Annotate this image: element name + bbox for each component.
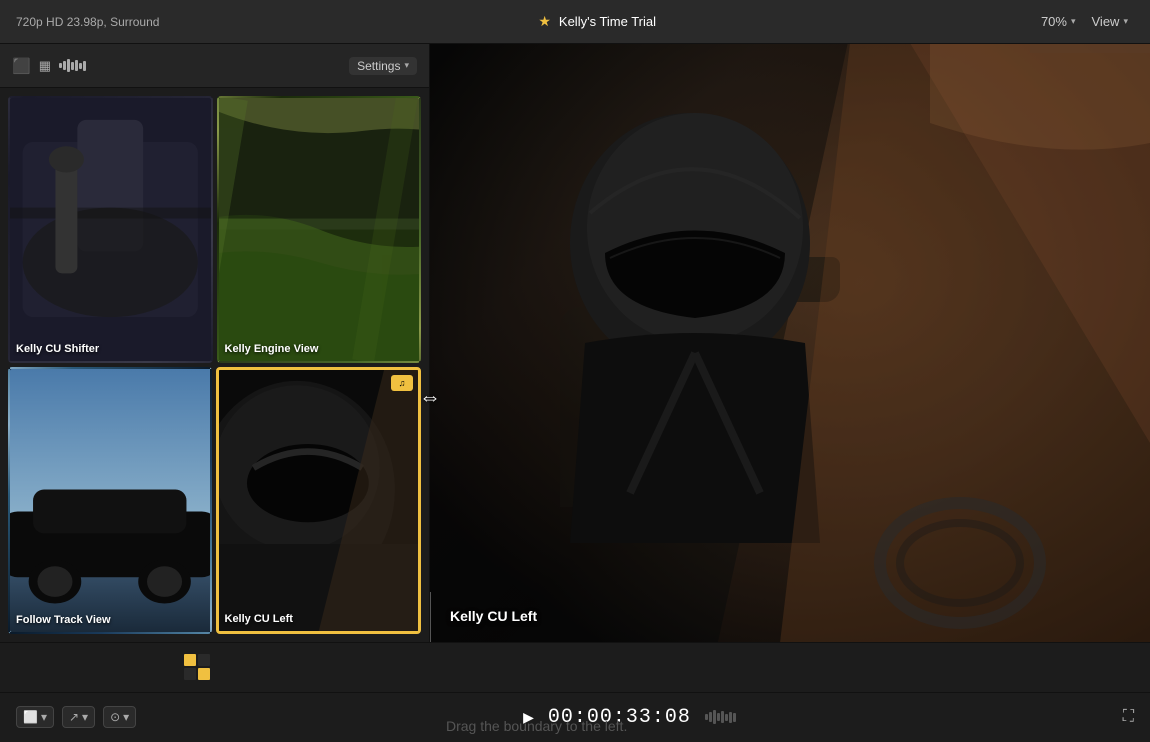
timecode-area: ▶ 00:00:33:08 [136,706,1123,729]
zoom-label: 70% [1041,14,1067,29]
waveform-bar [709,712,712,722]
speed-icon: ⊙ [110,710,120,724]
settings-chevron-icon: ▾ [404,60,409,71]
clip-row-2: Follow Track View [8,367,421,634]
audio-badge-icon: ♫ [399,378,406,388]
speed-chevron: ▾ [123,710,129,724]
trim-button[interactable]: ↗ ▾ [62,706,95,728]
play-button[interactable]: ▶ [523,709,534,726]
grid-cell-br [198,668,210,680]
grid-cell-tr [198,654,210,666]
clip-row-1: Kelly CU Shifter Kelly E [8,96,421,363]
settings-label: Settings [357,59,400,73]
timecode-display: 00:00:33:08 [548,706,691,729]
top-bar: 720p HD 23.98p, Surround ★ Kelly's Time … [0,0,1150,44]
preview-background: Kelly CU Left [430,44,1150,642]
project-title-area: ★ Kelly's Time Trial [538,13,656,30]
clip-appearance-chevron: ▾ [41,710,47,724]
follow-thumbnail [10,369,210,632]
engine-thumbnail [219,98,420,361]
clip-appearance-button[interactable]: ⬜ ▾ [16,706,54,728]
clip-appearance-icon: ⬜ [23,710,38,724]
waveform-bar [713,710,716,724]
waveform-mini [705,707,736,727]
view-button[interactable]: View ▾ [1086,12,1134,31]
waveform-bar [721,711,724,723]
view-label: View [1092,14,1120,29]
grid-cell-bl [184,668,196,680]
clip-shifter-label: Kelly CU Shifter [16,343,99,355]
left-panel: ⬛ ▦ Settings ▾ [0,44,430,642]
clip-engine-label: Kelly Engine View [225,343,319,355]
preview-label: Kelly CU Left [450,608,537,624]
main-container: ⬛ ▦ Settings ▾ [0,44,1150,642]
clip-audio-badge: ♫ [391,375,413,391]
bottom-top-row [0,643,1150,693]
waveform-bar [717,713,720,721]
clip-kelly-cu-left[interactable]: ♫ Kelly CU Left [216,367,422,634]
grid-view-icon[interactable]: ▦ [39,58,51,74]
project-title: Kelly's Time Trial [559,14,656,29]
trim-chevron: ▾ [82,710,88,724]
zoom-chevron-icon: ▾ [1071,16,1076,27]
kelly-left-thumbnail [219,370,419,631]
timecode-row: ⬜ ▾ ↗ ▾ ⊙ ▾ ▶ 00:00:33:08 [0,693,1150,742]
top-bar-right: 70% ▾ View ▾ [1035,12,1134,31]
panel-divider[interactable]: ⇔ [427,44,433,642]
fullscreen-button[interactable]: ⛶ [1123,708,1134,725]
bottom-bar: ⬜ ▾ ↗ ▾ ⊙ ▾ ▶ 00:00:33:08 [0,642,1150,742]
clip-kelly-cu-shifter[interactable]: Kelly CU Shifter [8,96,213,363]
waveform-bar [729,712,732,723]
preview-svg [430,44,1150,642]
clip-kelly-left-label: Kelly CU Left [225,613,293,625]
grid-icon [184,654,210,680]
clip-follow-track-view[interactable]: Follow Track View [8,367,212,634]
clip-toolbar: ⬛ ▦ Settings ▾ [0,44,429,88]
trim-icon: ↗ [69,710,79,724]
speed-button[interactable]: ⊙ ▾ [103,706,136,728]
waveform-bar [725,714,728,721]
clip-follow-label: Follow Track View [16,614,111,626]
waveform-bar [705,714,708,720]
grid-cell-tl [184,654,196,666]
grid-layout-button[interactable] [181,651,213,683]
settings-button[interactable]: Settings ▾ [349,57,417,75]
resize-cursor-icon: ⇔ [419,384,441,410]
clip-kelly-engine-view[interactable]: Kelly Engine View [217,96,422,363]
filmstrip-icon[interactable]: ⬛ [12,57,31,75]
clip-grid: Kelly CU Shifter Kelly E [0,88,429,642]
waveform-bar [733,713,736,722]
fullscreen-area: ⛶ [1123,708,1134,726]
star-icon: ★ [538,13,551,30]
waveform-icon[interactable] [59,59,86,72]
zoom-button[interactable]: 70% ▾ [1035,12,1082,31]
shifter-thumbnail [10,98,211,361]
preview-panel: Kelly CU Left [430,44,1150,642]
format-label: 720p HD 23.98p, Surround [16,15,159,29]
left-controls: ⬜ ▾ ↗ ▾ ⊙ ▾ [16,706,136,728]
view-chevron-icon: ▾ [1123,16,1128,27]
